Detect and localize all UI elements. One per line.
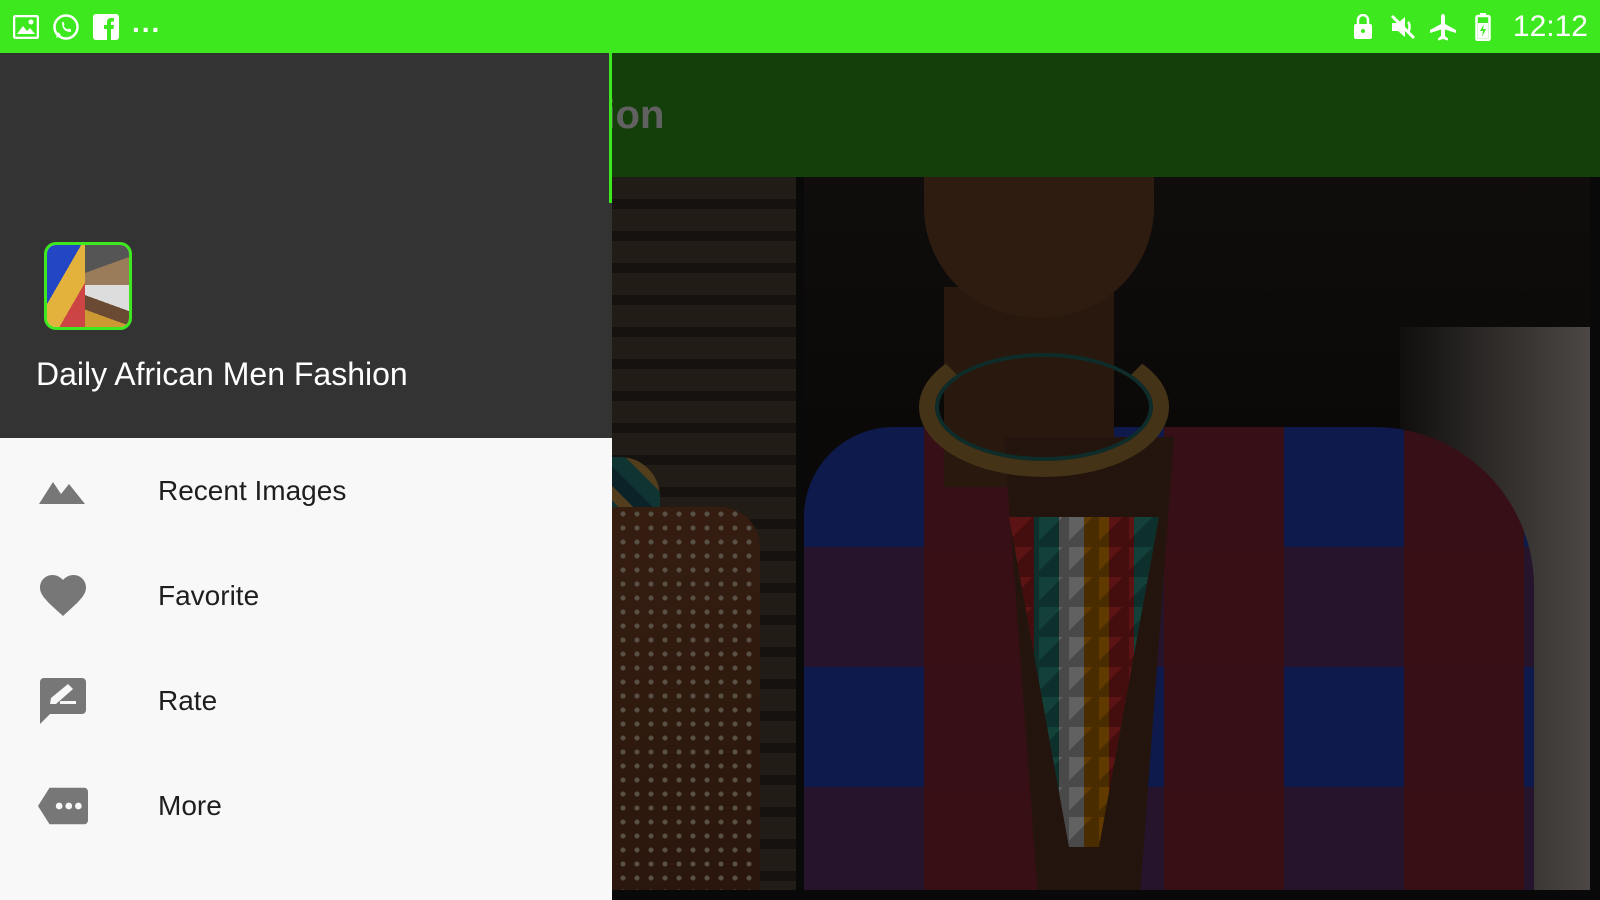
status-bar: ... 12:12 xyxy=(0,0,1600,53)
drawer-header: Daily African Men Fashion xyxy=(0,53,612,438)
status-bar-right: 12:12 xyxy=(1349,9,1588,43)
heart-icon xyxy=(38,573,88,619)
menu-item-label: Rate xyxy=(158,684,218,716)
facebook-icon xyxy=(92,13,120,41)
menu-item-favorite[interactable]: Favorite xyxy=(0,543,612,648)
status-time: 12:12 xyxy=(1512,9,1588,43)
more-chat-icon xyxy=(38,783,88,829)
drawer-menu: Recent Images Favorite Rate More xyxy=(0,438,612,858)
app-logo-part xyxy=(85,245,129,285)
airplane-mode-icon xyxy=(1429,13,1457,41)
menu-item-label: Recent Images xyxy=(158,474,347,506)
navigation-drawer: Daily African Men Fashion Recent Images … xyxy=(0,53,612,900)
menu-item-rate[interactable]: Rate xyxy=(0,648,612,753)
app-logo-part xyxy=(47,245,85,327)
menu-item-label: More xyxy=(158,789,222,821)
app-logo-icon xyxy=(44,242,132,330)
drawer-app-name: Daily African Men Fashion xyxy=(36,356,408,392)
menu-item-more[interactable]: More xyxy=(0,753,612,858)
drawer-edge-accent xyxy=(609,53,612,203)
landscape-icon xyxy=(38,468,88,514)
menu-item-recent-images[interactable]: Recent Images xyxy=(0,438,612,543)
status-bar-left: ... xyxy=(12,8,161,41)
screen: ... 12:12 hion xyxy=(0,0,1600,900)
lock-icon xyxy=(1349,13,1377,41)
menu-item-label: Favorite xyxy=(158,579,260,611)
gallery-notification-icon xyxy=(12,13,40,41)
battery-icon xyxy=(1469,12,1497,41)
mute-icon xyxy=(1389,13,1417,41)
app-logo-part xyxy=(85,285,129,327)
rate-review-icon xyxy=(38,677,88,724)
more-notifications-indicator: ... xyxy=(132,6,162,38)
whatsapp-icon xyxy=(52,13,80,41)
